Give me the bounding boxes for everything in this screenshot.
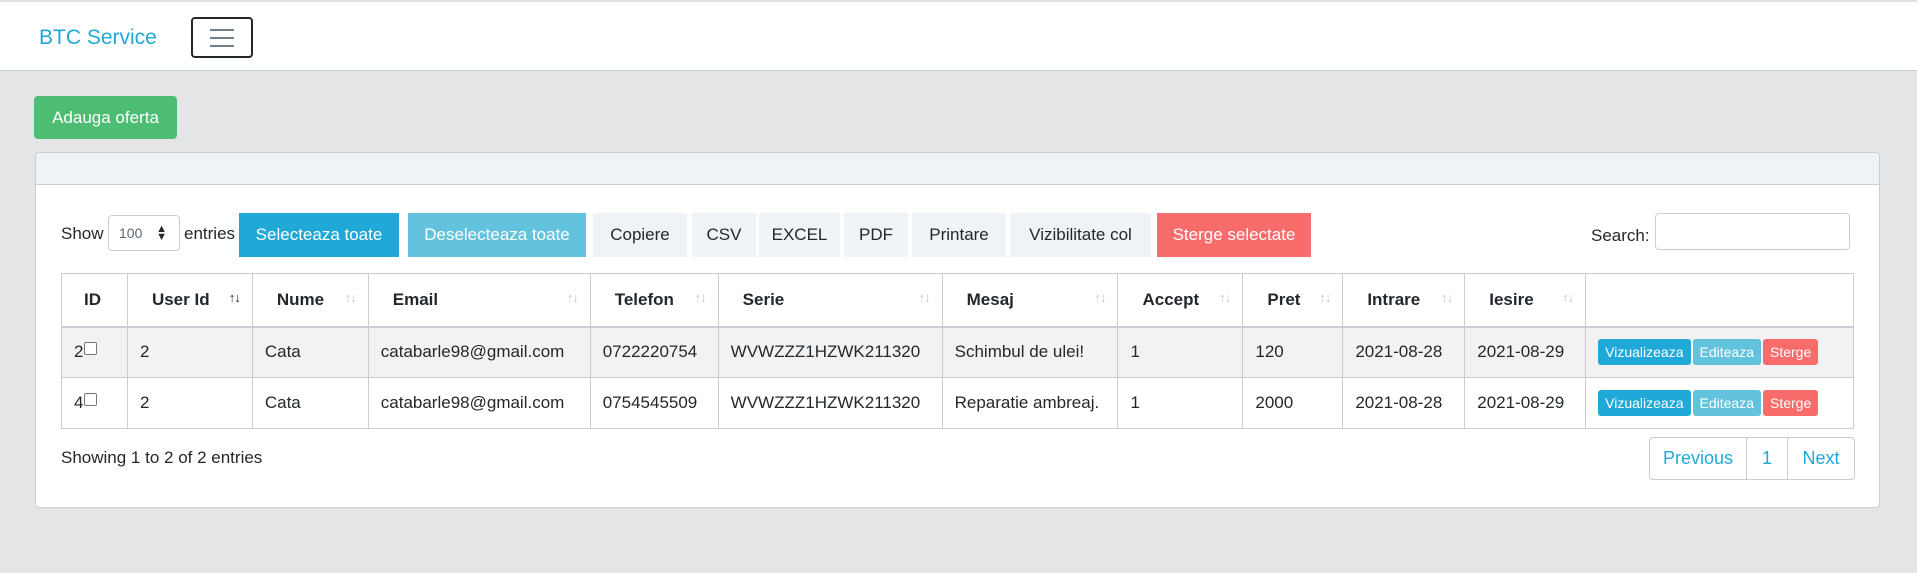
table-toolbar: Show 100 ▲ ▼ entries Selecteaza toate Des… — [36, 213, 1879, 259]
offers-table: ID User Id ↑↓ Nume ↑↓ Email ↑↓ Telefon ↑↓ Se… — [61, 273, 1854, 429]
cell-iesire: 2021-08-29 — [1464, 377, 1587, 429]
view-button[interactable]: Vizualizeaza — [1598, 390, 1691, 416]
cell-intrare: 2021-08-28 — [1342, 326, 1466, 378]
column-header-id[interactable]: ID — [61, 273, 128, 328]
print-button[interactable]: Printare — [912, 213, 1006, 257]
edit-button[interactable]: Editeaza — [1692, 339, 1761, 366]
add-offer-button[interactable]: Adauga oferta — [34, 96, 177, 139]
excel-button[interactable]: EXCEL — [759, 213, 840, 257]
delete-button[interactable]: Sterge — [1762, 339, 1819, 366]
sort-icon: ↑↓ — [344, 290, 357, 305]
select-all-button[interactable]: Selecteaza toate — [239, 213, 399, 257]
cell-telefon: 0722220754 — [589, 326, 719, 378]
show-label: Show — [61, 224, 104, 243]
pdf-button[interactable]: PDF — [844, 213, 908, 257]
row-checkbox[interactable] — [84, 342, 98, 356]
column-header-mesaj[interactable]: Mesaj ↑↓ — [941, 273, 1119, 328]
pagination: Previous 1 Next — [1649, 437, 1855, 480]
cell-id: 4 — [61, 377, 128, 429]
hamburger-icon — [210, 36, 234, 39]
column-header-actions — [1585, 273, 1854, 328]
column-header-email[interactable]: Email ↑↓ — [367, 273, 591, 328]
cell-nume: Cata — [251, 326, 369, 378]
sort-icon: ↑↓ — [1441, 290, 1453, 305]
cell-serie: WVWZZZ1HZWK211320 — [717, 326, 943, 378]
cell-telefon: 0754545509 — [589, 377, 719, 429]
deselect-all-button[interactable]: Deselecteaza toate — [408, 213, 586, 257]
delete-selected-button[interactable]: Sterge selectate — [1157, 213, 1311, 257]
cell-intrare: 2021-08-28 — [1342, 377, 1466, 429]
brand-link[interactable]: BTC Service — [39, 26, 157, 50]
menu-toggle-button[interactable] — [191, 17, 253, 58]
next-page-button[interactable]: Next — [1788, 438, 1854, 479]
cell-pret: 120 — [1242, 326, 1344, 378]
sort-icon: ↑↓ — [918, 290, 931, 305]
sort-desc-icon: ↑↓ — [228, 290, 241, 305]
entries-select[interactable]: 100 ▲ ▼ — [108, 215, 180, 251]
column-header-iesire[interactable]: Iesire ↑↓ — [1464, 273, 1587, 328]
table-info: Showing 1 to 2 of 2 entries — [61, 448, 263, 467]
column-header-nume[interactable]: Nume ↑↓ — [251, 273, 369, 328]
column-header-user-id[interactable]: User Id ↑↓ — [126, 273, 253, 328]
offers-card: Show 100 ▲ ▼ entries Selecteaza toate Des… — [35, 152, 1880, 508]
sort-icon: ↑↓ — [1094, 290, 1106, 305]
page-1-button[interactable]: 1 — [1747, 438, 1788, 479]
row-checkbox[interactable] — [84, 393, 98, 406]
csv-button[interactable]: CSV — [692, 213, 756, 257]
cell-serie: WVWZZZ1HZWK211320 — [717, 377, 943, 429]
edit-button[interactable]: Editeaza — [1692, 390, 1761, 416]
entries-label: entries — [184, 224, 236, 243]
cell-iesire: 2021-08-29 — [1464, 326, 1587, 378]
sort-icon: ↑↓ — [566, 290, 579, 305]
cell-actions: Vizualizeaza Editeaza Sterge — [1585, 377, 1854, 429]
hamburger-icon — [210, 28, 234, 31]
select-caret-icon: ▲ ▼ — [156, 223, 167, 243]
copy-button[interactable]: Copiere — [593, 213, 687, 257]
cell-pret: 2000 — [1242, 377, 1344, 429]
cell-id: 2 — [61, 326, 128, 378]
view-button[interactable]: Vizualizeaza — [1598, 339, 1691, 366]
cell-mesaj: Reparatie ambreaj. — [941, 377, 1119, 429]
cell-nume: Cata — [251, 377, 369, 429]
navbar: BTC Service — [0, 0, 1917, 71]
table-row: 2 2 Cata catabarle98@gmail.com 072222075… — [61, 326, 1854, 378]
column-header-telefon[interactable]: Telefon ↑↓ — [589, 273, 719, 328]
cell-actions: Vizualizeaza Editeaza Sterge — [1585, 326, 1854, 378]
cell-user-id: 2 — [126, 326, 253, 378]
column-header-accept[interactable]: Accept ↑↓ — [1117, 273, 1244, 328]
search-label: Search: — [1591, 226, 1650, 245]
sort-icon: ↑↓ — [1562, 290, 1574, 305]
sort-icon: ↑↓ — [1319, 290, 1331, 305]
column-visibility-button[interactable]: Vizibilitate col — [1010, 213, 1151, 257]
delete-button[interactable]: Sterge — [1762, 390, 1819, 416]
hamburger-icon — [210, 44, 234, 47]
card-header — [36, 153, 1879, 185]
cell-accept: 1 — [1117, 377, 1244, 429]
cell-email: catabarle98@gmail.com — [367, 326, 591, 378]
sort-icon: ↑↓ — [694, 290, 707, 305]
column-header-serie[interactable]: Serie ↑↓ — [717, 273, 943, 328]
table-row: 4 2 Cata catabarle98@gmail.com 075454550… — [61, 377, 1854, 429]
column-header-pret[interactable]: Pret ↑↓ — [1242, 273, 1344, 328]
cell-email: catabarle98@gmail.com — [367, 377, 591, 429]
table-header-row: ID User Id ↑↓ Nume ↑↓ Email ↑↓ Telefon ↑↓ Se… — [61, 273, 1854, 328]
cell-accept: 1 — [1117, 326, 1244, 378]
sort-icon: ↑↓ — [1219, 290, 1231, 305]
previous-page-button[interactable]: Previous — [1650, 438, 1747, 479]
cell-user-id: 2 — [126, 377, 253, 429]
column-header-intrare[interactable]: Intrare ↑↓ — [1342, 273, 1466, 328]
cell-mesaj: Schimbul de ulei! — [941, 326, 1119, 378]
search-input[interactable] — [1655, 213, 1850, 250]
entries-value: 100 — [119, 225, 143, 241]
